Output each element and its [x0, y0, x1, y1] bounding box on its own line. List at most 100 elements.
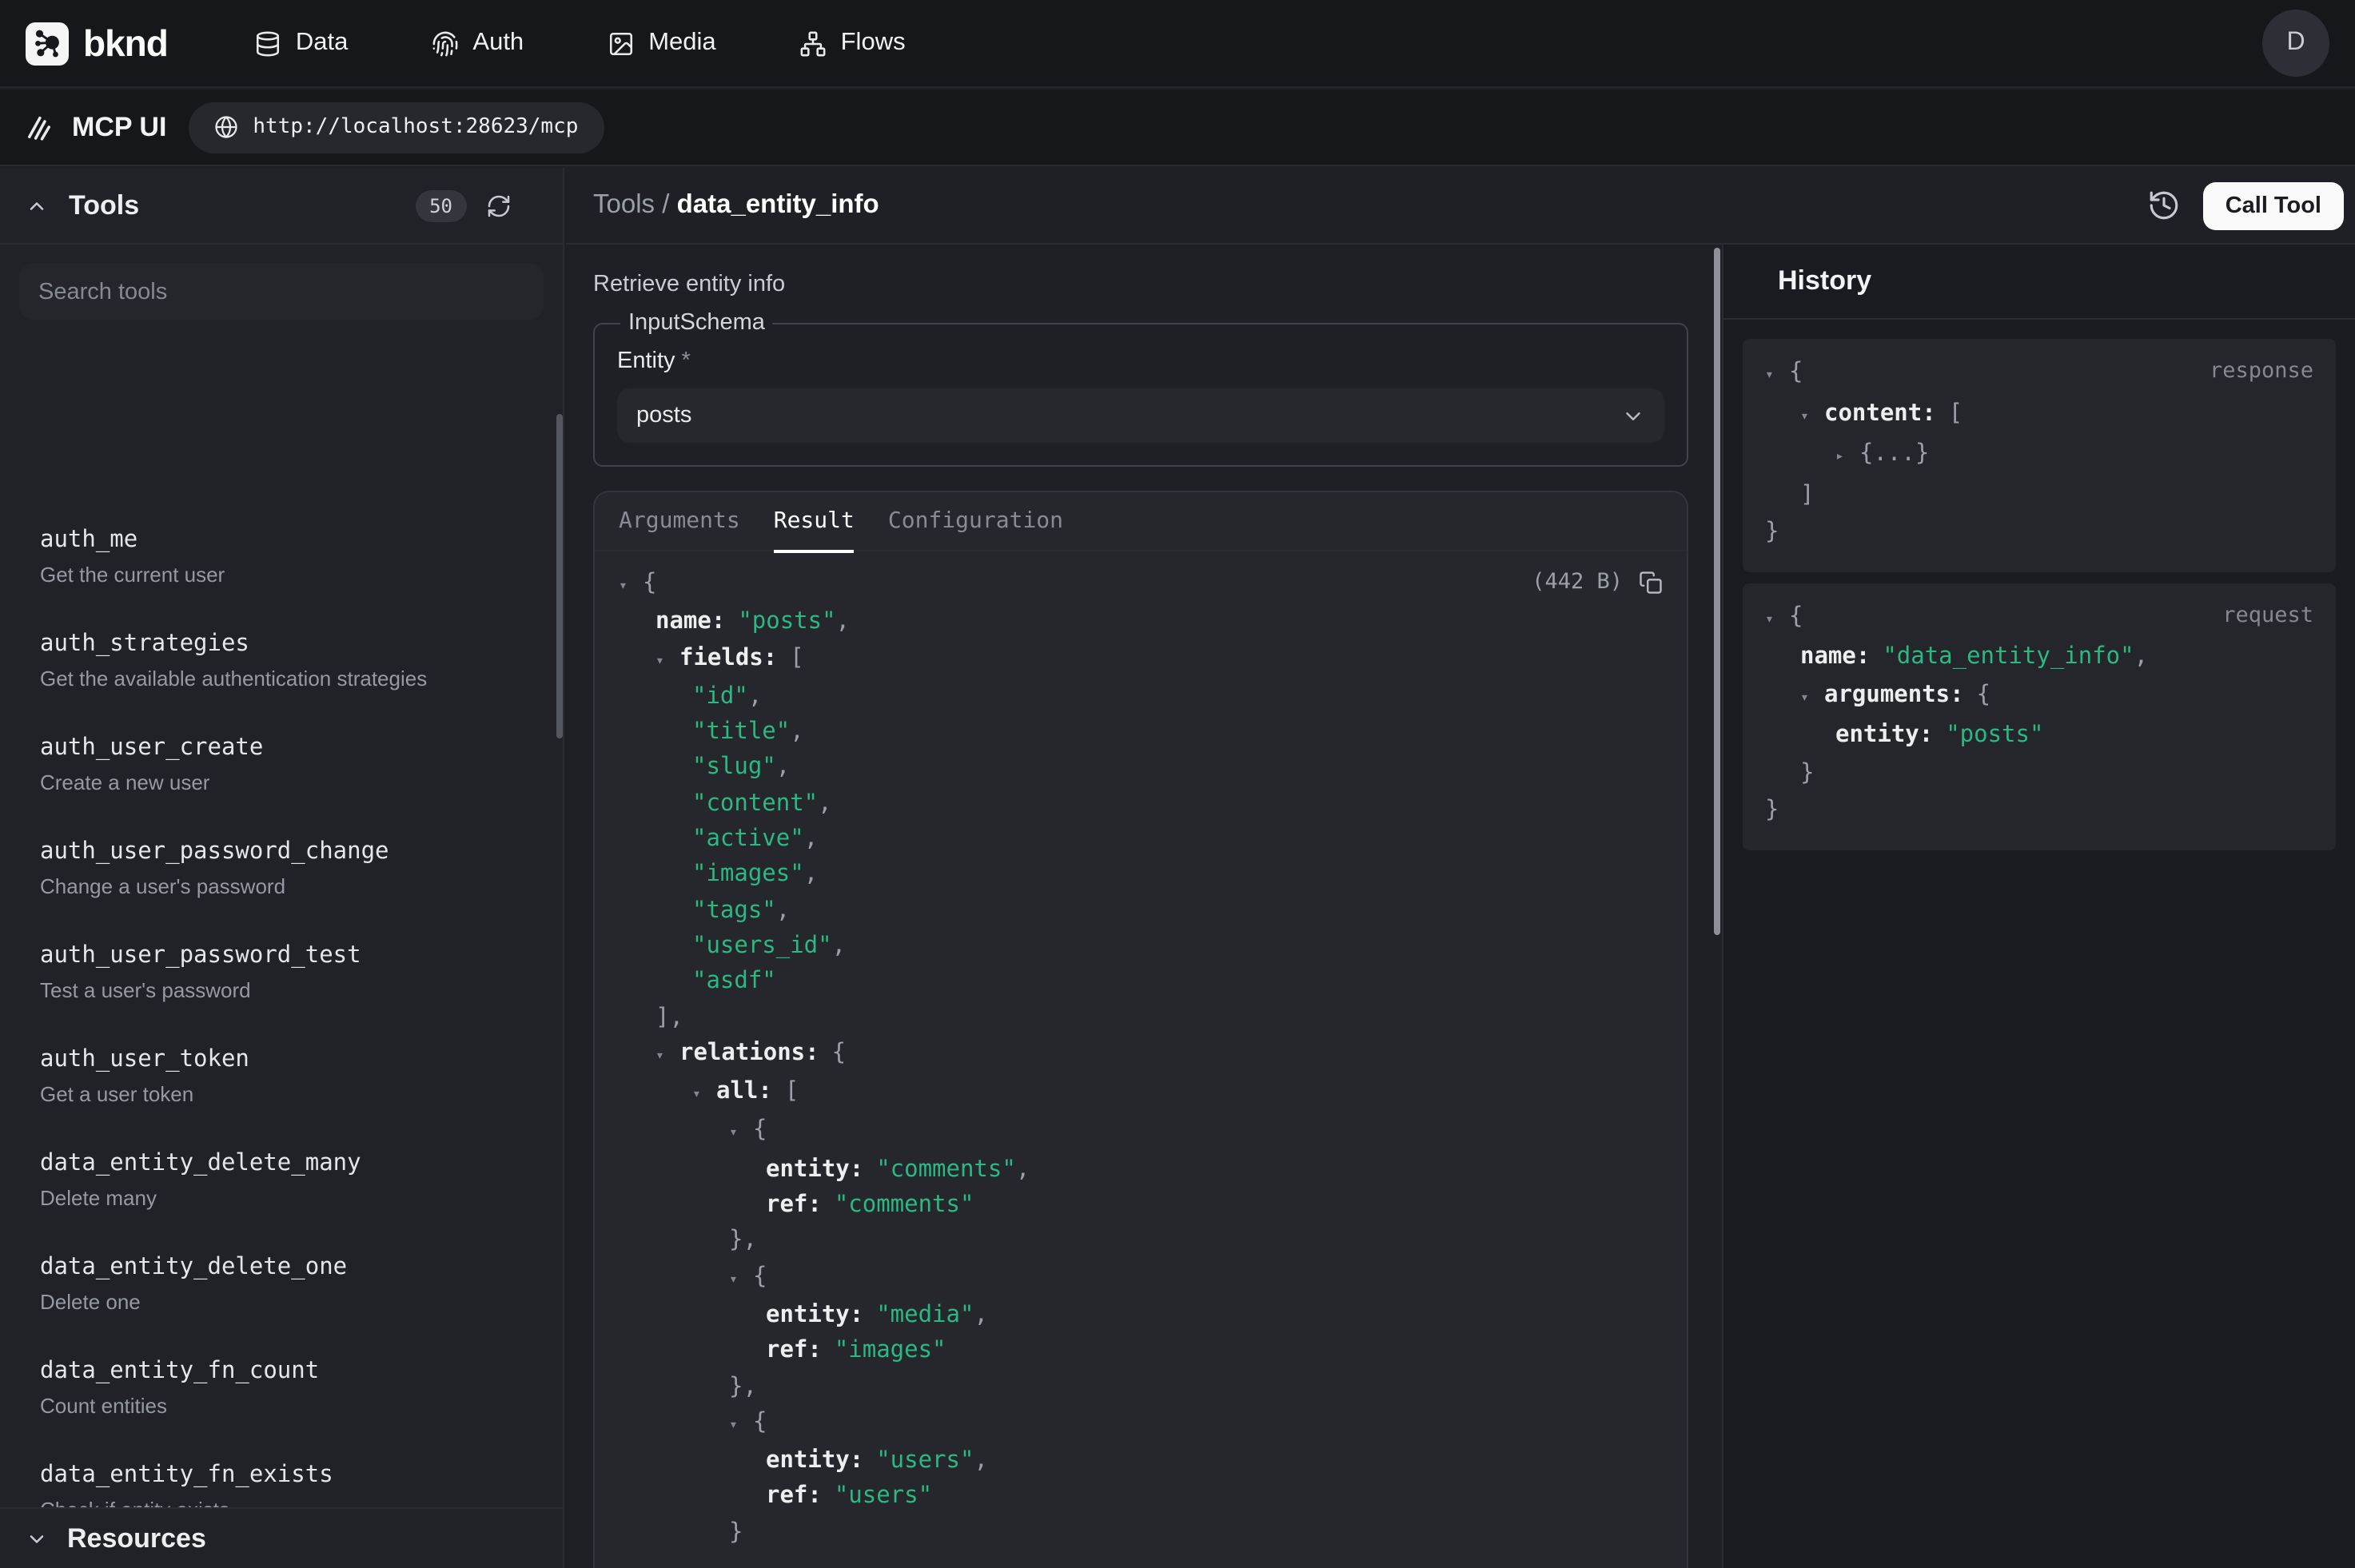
nav-item-data[interactable]: Data — [254, 29, 349, 58]
image-icon — [607, 30, 634, 57]
entity-select-value: posts — [636, 403, 691, 428]
chevron-down-icon — [26, 1527, 48, 1550]
collapse-toggle-icon[interactable]: ▾ — [1765, 602, 1789, 639]
tool-name: auth_user_password_test — [40, 941, 523, 972]
collapse-toggle-icon[interactable]: ▾ — [729, 1408, 753, 1444]
required-mark: * — [682, 348, 691, 374]
tools-section-header: Tools 50 — [0, 168, 563, 245]
call-tool-button[interactable]: Call Tool — [2203, 181, 2344, 229]
sidebar-tool-data_entity_fn_exists[interactable]: data_entity_fn_exists Check if entity exi… — [19, 1442, 544, 1507]
json-line: ▾{ — [619, 1259, 1663, 1298]
collapse-toggle-icon[interactable]: ▾ — [655, 643, 679, 679]
tab-configuration[interactable]: Configuration — [888, 491, 1063, 551]
chevron-down-icon — [1621, 404, 1645, 428]
history-icon[interactable] — [2147, 189, 2181, 222]
breadcrumb: Tools / data_entity_info — [593, 190, 879, 221]
resources-section-header[interactable]: Resources — [0, 1507, 563, 1568]
tool-name: auth_me — [40, 526, 523, 556]
nav-item-auth[interactable]: Auth — [431, 29, 524, 58]
sidebar-tool-data_entity_delete_many[interactable]: data_entity_delete_manyDelete many — [19, 1130, 544, 1228]
screenshot-viewport: bknd Data Auth Media Flows D MCP UI http://… — [0, 0, 2355, 1568]
collapse-toggle-icon[interactable]: ▾ — [619, 569, 643, 605]
collapse-toggle-icon[interactable]: ▾ — [729, 1262, 753, 1298]
tool-description: Count entities — [40, 1392, 523, 1419]
tools-count-badge: 50 — [415, 189, 467, 221]
json-line: } — [1765, 755, 2313, 793]
refresh-icon[interactable] — [486, 193, 512, 218]
tool-description: Check if entity exists — [40, 1496, 523, 1507]
breadcrumb-section[interactable]: Tools — [593, 190, 655, 219]
sidebar-tool-auth_user_password_test[interactable]: auth_user_password_test Test a user's pas… — [19, 922, 544, 1020]
tool-name: data_entity_delete_many — [40, 1149, 523, 1180]
json-line: "active", — [619, 822, 1663, 858]
json-line: } — [1765, 793, 2313, 830]
sidebar-scrollbar[interactable] — [556, 414, 563, 738]
json-line: entity:"media", — [619, 1298, 1663, 1334]
tool-description: Get the available authentication strateg… — [40, 665, 523, 692]
search-input[interactable] — [19, 279, 544, 304]
tool-name: data_entity_fn_count — [40, 1357, 523, 1387]
json-line: ▾{ — [619, 1113, 1663, 1152]
history-kind-label: response — [2210, 358, 2313, 384]
main-scrollbar[interactable] — [1714, 248, 1720, 935]
result-size-label: (442 B) — [1532, 569, 1623, 595]
user-avatar[interactable]: D — [2262, 10, 2329, 77]
json-line: ref:"users" — [619, 1479, 1663, 1515]
tab-result[interactable]: Result — [774, 491, 855, 551]
json-line: entity:"posts" — [1765, 718, 2313, 755]
collapse-toggle-icon[interactable]: ▾ — [1765, 358, 1789, 396]
expand-toggle-icon[interactable]: ▸ — [1835, 440, 1859, 477]
tool-description: Get a user token — [40, 1080, 523, 1108]
history-card-response[interactable]: response▾{▾content:[▸{...}]} — [1743, 339, 2336, 571]
globe-icon — [214, 115, 238, 139]
sidebar-tool-auth_me[interactable]: auth_me Get the current user — [19, 507, 544, 604]
json-line: "images", — [619, 858, 1663, 893]
brand[interactable]: bknd — [26, 22, 168, 65]
fingerprint-icon — [431, 30, 458, 57]
collapse-toggle-icon[interactable]: ▾ — [1800, 680, 1824, 718]
tool-description: Test a user's password — [40, 977, 523, 1004]
tool-description: Delete one — [40, 1288, 523, 1315]
tool-description: Change a user's password — [40, 873, 523, 900]
collapse-toggle-icon[interactable]: ▾ — [729, 1116, 753, 1152]
tool-detail-panel: Retrieve entity info InputSchema Entity*… — [566, 245, 1715, 1568]
json-line: } — [619, 1514, 1663, 1550]
json-line: ▾content:[ — [1765, 396, 2313, 436]
entity-select[interactable]: posts — [617, 388, 1664, 443]
resources-section-title: Resources — [67, 1522, 206, 1554]
sidebar-tool-data_entity_fn_count[interactable]: data_entity_fn_count Count entities — [19, 1338, 544, 1435]
sidebar-tool-auth_user_password_change[interactable]: auth_user_password_change Change a user's… — [19, 818, 544, 916]
copy-icon[interactable] — [1639, 570, 1663, 594]
json-line: "id", — [619, 679, 1663, 715]
chevron-up-icon[interactable] — [26, 194, 48, 217]
tool-description: Get the current user — [40, 561, 523, 588]
tool-name: auth_user_password_change — [40, 838, 523, 868]
sidebar-tool-auth_user_create[interactable]: auth_user_createCreate a new user — [19, 714, 544, 812]
json-line: "title", — [619, 714, 1663, 750]
json-line: } — [1765, 515, 2313, 552]
json-line: "asdf" — [619, 965, 1663, 1001]
history-panel: History response▾{▾content:[▸{...}]}requ… — [1723, 245, 2355, 1568]
collapse-toggle-icon[interactable]: ▾ — [692, 1077, 716, 1113]
sidebar-tool-data_entity_delete_one[interactable]: data_entity_delete_oneDelete one — [19, 1234, 544, 1331]
sidebar-tool-auth_user_token[interactable]: auth_user_tokenGet a user token — [19, 1026, 544, 1124]
page-title: MCP UI — [72, 111, 166, 143]
json-line: ▸{...} — [1765, 436, 2313, 477]
history-card-request[interactable]: request▾{name:"data_entity_info",▾argume… — [1743, 583, 2336, 850]
json-line: "tags", — [619, 893, 1663, 929]
entity-field-label: Entity* — [617, 348, 1664, 374]
nav-item-media[interactable]: Media — [607, 29, 715, 58]
sidebar-tool-auth_strategies[interactable]: auth_strategiesGet the available authent… — [19, 611, 544, 708]
input-schema-fieldset: InputSchema Entity* posts — [593, 310, 1688, 467]
mcp-url-pill[interactable]: http://localhost:28623/mcp — [189, 101, 604, 153]
tools-section-title: Tools — [69, 189, 139, 221]
collapse-toggle-icon[interactable]: ▾ — [655, 1039, 679, 1075]
brand-name: bknd — [83, 22, 168, 65]
tab-arguments[interactable]: Arguments — [619, 491, 740, 551]
collapse-toggle-icon[interactable]: ▾ — [1800, 399, 1824, 436]
json-line: ], — [619, 1000, 1663, 1036]
tool-name: data_entity_fn_exists — [40, 1461, 523, 1491]
nav-item-flows[interactable]: Flows — [799, 29, 906, 58]
json-line: "users_id", — [619, 929, 1663, 965]
breadcrumb-current: data_entity_info — [677, 190, 879, 219]
